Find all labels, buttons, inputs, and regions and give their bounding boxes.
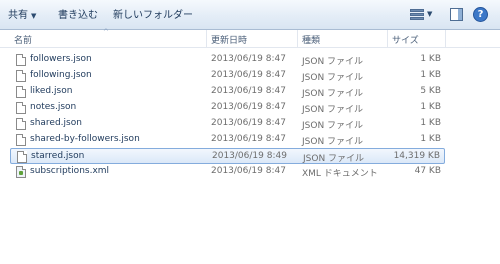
file-date: 2013/06/19 8:49 <box>212 151 287 161</box>
file-size: 5 KB <box>420 86 441 96</box>
share-button[interactable]: 共有 ▼ <box>8 9 36 23</box>
file-date: 2013/06/19 8:47 <box>211 102 286 112</box>
json-file-icon <box>17 151 27 163</box>
file-type: JSON ファイル <box>302 89 364 99</box>
file-row[interactable]: following.json 2013/06/19 8:47 JSON ファイル… <box>10 68 445 84</box>
sort-indicator-icon: ^ <box>103 28 109 36</box>
chevron-down-icon[interactable]: ▼ <box>427 10 432 18</box>
file-date: 2013/06/19 8:47 <box>211 118 286 128</box>
view-options-icon[interactable] <box>410 9 424 21</box>
column-header: ^ 名前 更新日時 種類 サイズ <box>0 28 500 48</box>
file-date: 2013/06/19 8:47 <box>211 54 286 64</box>
share-label: 共有 <box>8 10 28 21</box>
json-file-icon <box>16 102 26 114</box>
help-icon[interactable]: ? <box>473 7 488 22</box>
file-size: 1 KB <box>420 54 441 64</box>
burn-label: 書き込む <box>58 10 98 21</box>
file-size: 14,319 KB <box>393 151 440 161</box>
column-divider[interactable] <box>445 30 446 48</box>
file-type: XML ドキュメント <box>302 169 378 179</box>
json-file-icon <box>16 70 26 82</box>
file-size: 47 KB <box>414 166 441 176</box>
column-header-size[interactable]: サイズ <box>392 33 419 46</box>
json-file-icon <box>16 118 26 130</box>
column-divider[interactable] <box>297 30 298 48</box>
file-type: JSON ファイル <box>302 105 364 115</box>
new-folder-label: 新しいフォルダー <box>113 10 193 21</box>
column-header-date[interactable]: 更新日時 <box>211 33 247 46</box>
json-file-icon <box>16 54 26 66</box>
new-folder-button[interactable]: 新しいフォルダー <box>113 9 193 23</box>
file-size: 1 KB <box>420 118 441 128</box>
column-divider[interactable] <box>206 30 207 48</box>
file-date: 2013/06/19 8:47 <box>211 166 286 176</box>
file-row[interactable]: followers.json 2013/06/19 8:47 JSON ファイル… <box>10 52 445 68</box>
file-name: shared.json <box>30 118 82 128</box>
file-type: JSON ファイル <box>303 154 365 164</box>
file-row[interactable]: subscriptions.xml 2013/06/19 8:47 XML ドキ… <box>10 164 445 180</box>
preview-pane-icon[interactable] <box>450 8 463 21</box>
file-size: 1 KB <box>420 70 441 80</box>
burn-button[interactable]: 書き込む <box>58 9 98 23</box>
file-row[interactable]: shared.json 2013/06/19 8:47 JSON ファイル 1 … <box>10 116 445 132</box>
file-name: liked.json <box>30 86 73 96</box>
file-name: shared-by-followers.json <box>30 134 140 144</box>
file-row[interactable]: liked.json 2013/06/19 8:47 JSON ファイル 5 K… <box>10 84 445 100</box>
file-name: followers.json <box>30 54 92 64</box>
file-name: following.json <box>30 70 92 80</box>
file-size: 1 KB <box>420 134 441 144</box>
file-type: JSON ファイル <box>302 137 364 147</box>
file-row[interactable]: notes.json 2013/06/19 8:47 JSON ファイル 1 K… <box>10 100 445 116</box>
file-name: subscriptions.xml <box>30 166 110 176</box>
file-size: 1 KB <box>420 102 441 112</box>
xml-file-icon <box>16 166 26 178</box>
file-name: starred.json <box>31 151 85 161</box>
column-header-type[interactable]: 種類 <box>302 33 320 46</box>
file-type: JSON ファイル <box>302 121 364 131</box>
file-date: 2013/06/19 8:47 <box>211 134 286 144</box>
file-date: 2013/06/19 8:47 <box>211 86 286 96</box>
file-type: JSON ファイル <box>302 73 364 83</box>
column-header-name[interactable]: 名前 <box>14 33 32 46</box>
column-divider[interactable] <box>387 30 388 48</box>
command-bar: 共有 ▼ 書き込む 新しいフォルダー ▼ ? <box>0 0 500 30</box>
file-date: 2013/06/19 8:47 <box>211 70 286 80</box>
file-type: JSON ファイル <box>302 57 364 67</box>
file-name: notes.json <box>30 102 77 112</box>
json-file-icon <box>16 86 26 98</box>
chevron-down-icon: ▼ <box>31 12 37 20</box>
file-row[interactable]: shared-by-followers.json 2013/06/19 8:47… <box>10 132 445 148</box>
file-row-selected[interactable]: starred.json 2013/06/19 8:49 JSON ファイル 1… <box>10 148 445 164</box>
json-file-icon <box>16 134 26 146</box>
